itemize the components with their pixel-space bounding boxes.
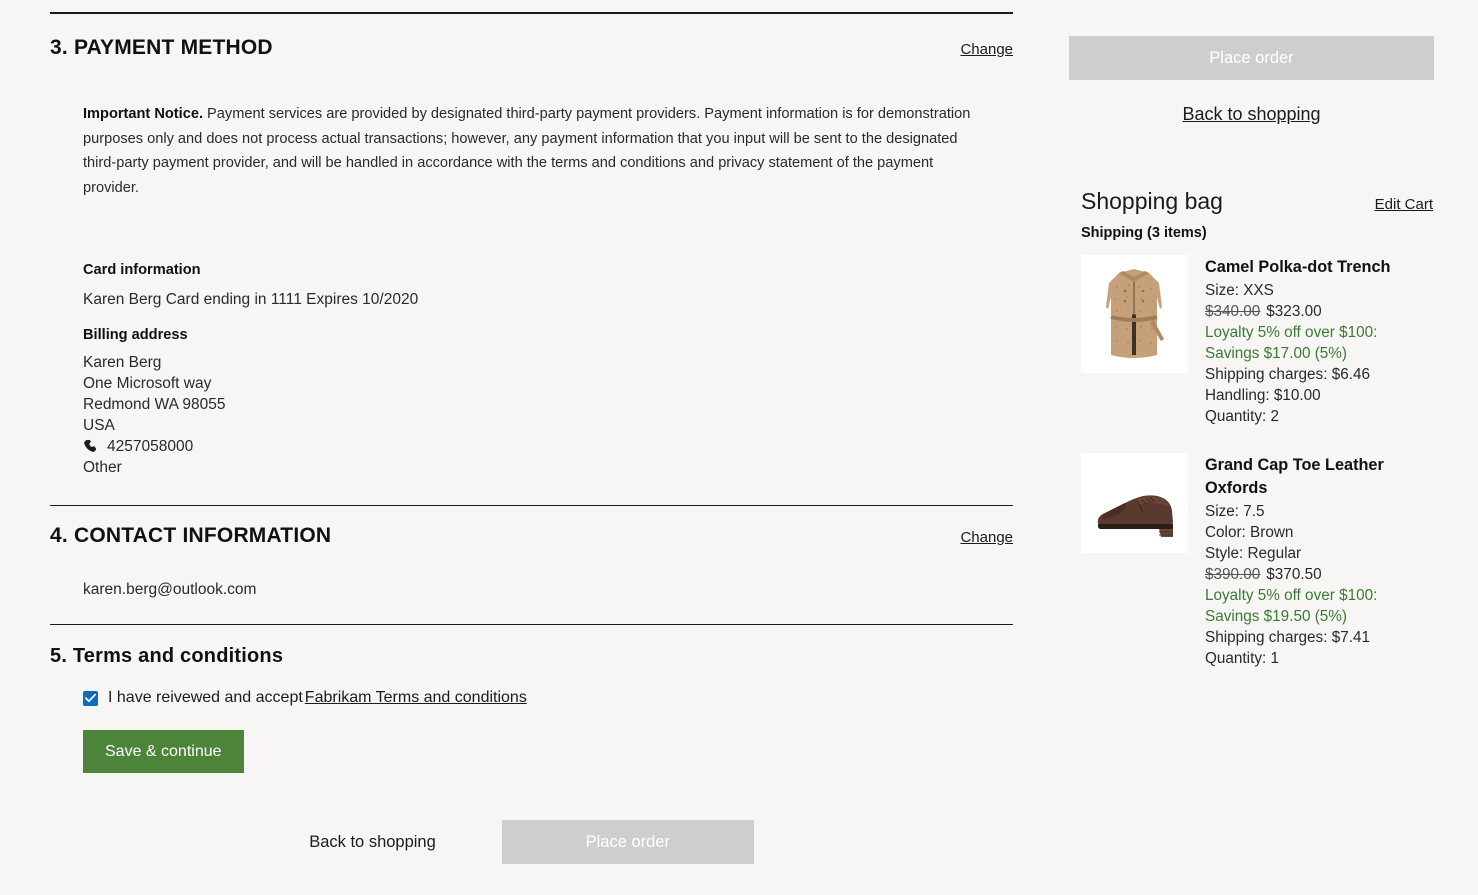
terms-accept-checkbox[interactable] — [83, 691, 98, 706]
cart-item-size: Size: 7.5 — [1205, 501, 1413, 522]
cart-item-style: Style: Regular — [1205, 543, 1413, 564]
cart-item-quantity: Quantity: 2 — [1205, 406, 1390, 427]
card-information-label: Card information — [83, 262, 1013, 278]
back-to-shopping-link-side[interactable]: Back to shopping — [1069, 104, 1434, 125]
cart-item-size: Size: XXS — [1205, 280, 1390, 301]
cart-item[interactable]: Grand Cap Toe Leather Oxfords Size: 7.5 … — [1081, 453, 1434, 669]
terms-accept-row: I have reivewed and accept Fabrikam Term… — [83, 689, 1013, 707]
terms-accept-label: I have reivewed and accept — [108, 689, 303, 707]
cart-item-details: Camel Polka-dot Trench Size: XXS $340.00… — [1205, 255, 1390, 427]
edit-cart-link[interactable]: Edit Cart — [1375, 196, 1433, 213]
cart-item-loyalty-line-2: Savings $19.50 (5%) — [1205, 606, 1413, 627]
billing-street: One Microsoft way — [83, 373, 1013, 394]
billing-country: USA — [83, 415, 1013, 436]
billing-phone-row: 4257058000 — [83, 436, 1013, 457]
cart-item-current-price: $370.50 — [1266, 566, 1321, 583]
billing-address-label: Billing address — [83, 327, 1013, 343]
payment-important-notice: Important Notice. Payment services are p… — [83, 102, 971, 200]
back-to-shopping-link-bottom[interactable]: Back to shopping — [309, 833, 436, 852]
cart-item-quantity: Quantity: 1 — [1205, 648, 1413, 669]
camel-polka-dot-trench-thumbnail — [1081, 255, 1188, 373]
cart-item-current-price: $323.00 — [1266, 303, 1321, 320]
cart-item-loyalty-line-1: Loyalty 5% off over $100: — [1205, 322, 1390, 343]
cart-item-shipping-charges: Shipping charges: $6.46 — [1205, 364, 1390, 385]
cart-item-handling: Handling: $10.00 — [1205, 385, 1390, 406]
contact-information-header: 4. CONTACT INFORMATION Change — [50, 524, 1013, 548]
billing-phone-type: Other — [83, 457, 1013, 478]
payment-method-header: 3. PAYMENT METHOD Change — [50, 36, 1013, 60]
checkout-left-column: 3. PAYMENT METHOD Change Important Notic… — [50, 0, 1013, 773]
place-order-button-side[interactable]: Place order — [1069, 36, 1434, 80]
cart-item-price-row: $390.00 $370.50 — [1205, 564, 1413, 585]
contact-information-change-link[interactable]: Change — [960, 529, 1013, 546]
notice-bold-label: Important Notice. — [83, 106, 203, 122]
terms-conditions-title: 5. Terms and conditions — [50, 645, 1013, 668]
cart-item-original-price: $340.00 — [1205, 303, 1260, 320]
save-and-continue-button[interactable]: Save & continue — [83, 730, 244, 773]
shopping-bag-title: Shopping bag — [1081, 188, 1223, 215]
notice-body-text: Payment services are provided by designa… — [83, 106, 970, 196]
payment-method-title: 3. PAYMENT METHOD — [50, 36, 273, 60]
place-order-button-bottom[interactable]: Place order — [502, 820, 754, 864]
billing-name: Karen Berg — [83, 352, 1013, 373]
shipping-item-count: Shipping (3 items) — [1081, 225, 1434, 241]
checkout-bottom-bar: Back to shopping Place order — [50, 820, 1013, 864]
cart-item-name: Grand Cap Toe Leather Oxfords — [1205, 454, 1413, 500]
checkout-page: 3. PAYMENT METHOD Change Important Notic… — [0, 0, 1478, 895]
cart-item-price-row: $340.00 $323.00 — [1205, 301, 1390, 322]
contact-email: karen.berg@outlook.com — [83, 581, 1013, 599]
cart-item[interactable]: Camel Polka-dot Trench Size: XXS $340.00… — [1081, 255, 1434, 427]
contact-information-title: 4. CONTACT INFORMATION — [50, 524, 331, 548]
card-summary-text: Karen Berg Card ending in 1111 Expires 1… — [83, 289, 1013, 310]
cart-item-loyalty-line-1: Loyalty 5% off over $100: — [1205, 585, 1413, 606]
cart-item-name: Camel Polka-dot Trench — [1205, 256, 1390, 279]
fabrikam-terms-link[interactable]: Fabrikam Terms and conditions — [305, 689, 527, 707]
cart-item-details: Grand Cap Toe Leather Oxfords Size: 7.5 … — [1205, 453, 1413, 669]
cart-item-color: Color: Brown — [1205, 522, 1413, 543]
payment-method-change-link[interactable]: Change — [960, 41, 1013, 58]
cart-item-shipping-charges: Shipping charges: $7.41 — [1205, 627, 1413, 648]
billing-phone-number: 4257058000 — [107, 436, 193, 457]
shopping-bag-header: Shopping bag Edit Cart — [1081, 188, 1433, 215]
order-summary-column: Place order Back to shopping Shopping ba… — [1069, 0, 1434, 669]
grand-cap-toe-leather-oxfords-thumbnail — [1081, 453, 1188, 553]
billing-city-state-zip: Redmond WA 98055 — [83, 394, 1013, 415]
cart-item-original-price: $390.00 — [1205, 566, 1260, 583]
cart-item-loyalty-line-2: Savings $17.00 (5%) — [1205, 343, 1390, 364]
phone-icon — [83, 439, 98, 454]
